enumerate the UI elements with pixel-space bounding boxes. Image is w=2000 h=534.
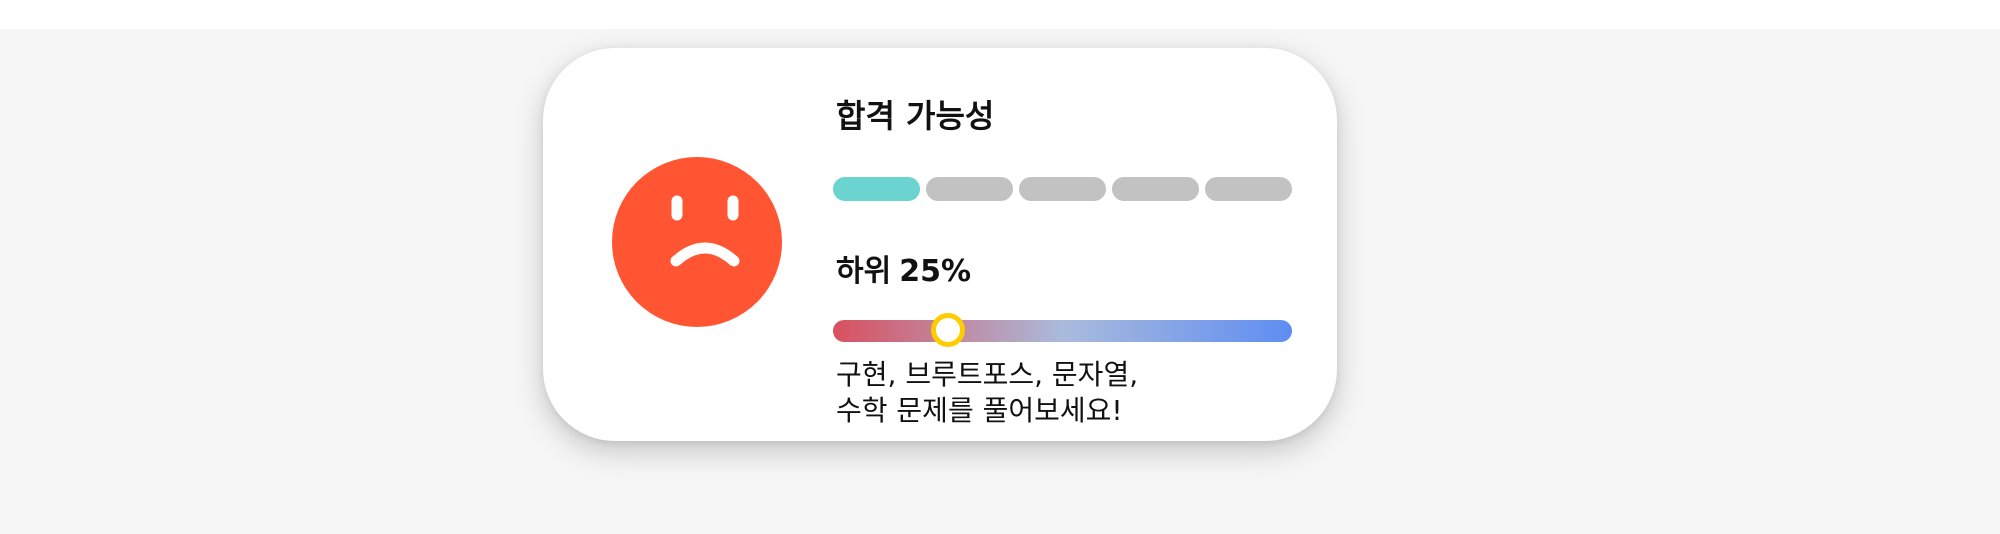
rank-label: 하위 xyxy=(836,254,892,289)
percentile-gradient-bar xyxy=(833,320,1292,342)
advice-line-2: 수학 문제를 풀어보세요! xyxy=(836,394,1123,427)
rank-text: 하위 25% xyxy=(836,257,971,287)
advice-text: 구현, 브루트포스, 문자열, 수학 문제를 풀어보세요! xyxy=(836,357,1138,429)
face-circle xyxy=(612,157,782,327)
rank-value: 25% xyxy=(899,254,972,289)
top-strip xyxy=(0,0,2000,29)
probability-segment-3 xyxy=(1019,177,1106,201)
probability-segment-2 xyxy=(926,177,1013,201)
sad-face-icon xyxy=(612,157,782,327)
percentile-knob[interactable] xyxy=(930,313,965,347)
probability-segment-4 xyxy=(1112,177,1199,201)
advice-line-1: 구현, 브루트포스, 문자열, xyxy=(836,358,1139,391)
card-title: 합격 가능성 xyxy=(836,97,995,135)
probability-segment-bar xyxy=(833,177,1292,201)
probability-segment-5 xyxy=(1205,177,1292,201)
probability-segment-1 xyxy=(833,177,920,201)
